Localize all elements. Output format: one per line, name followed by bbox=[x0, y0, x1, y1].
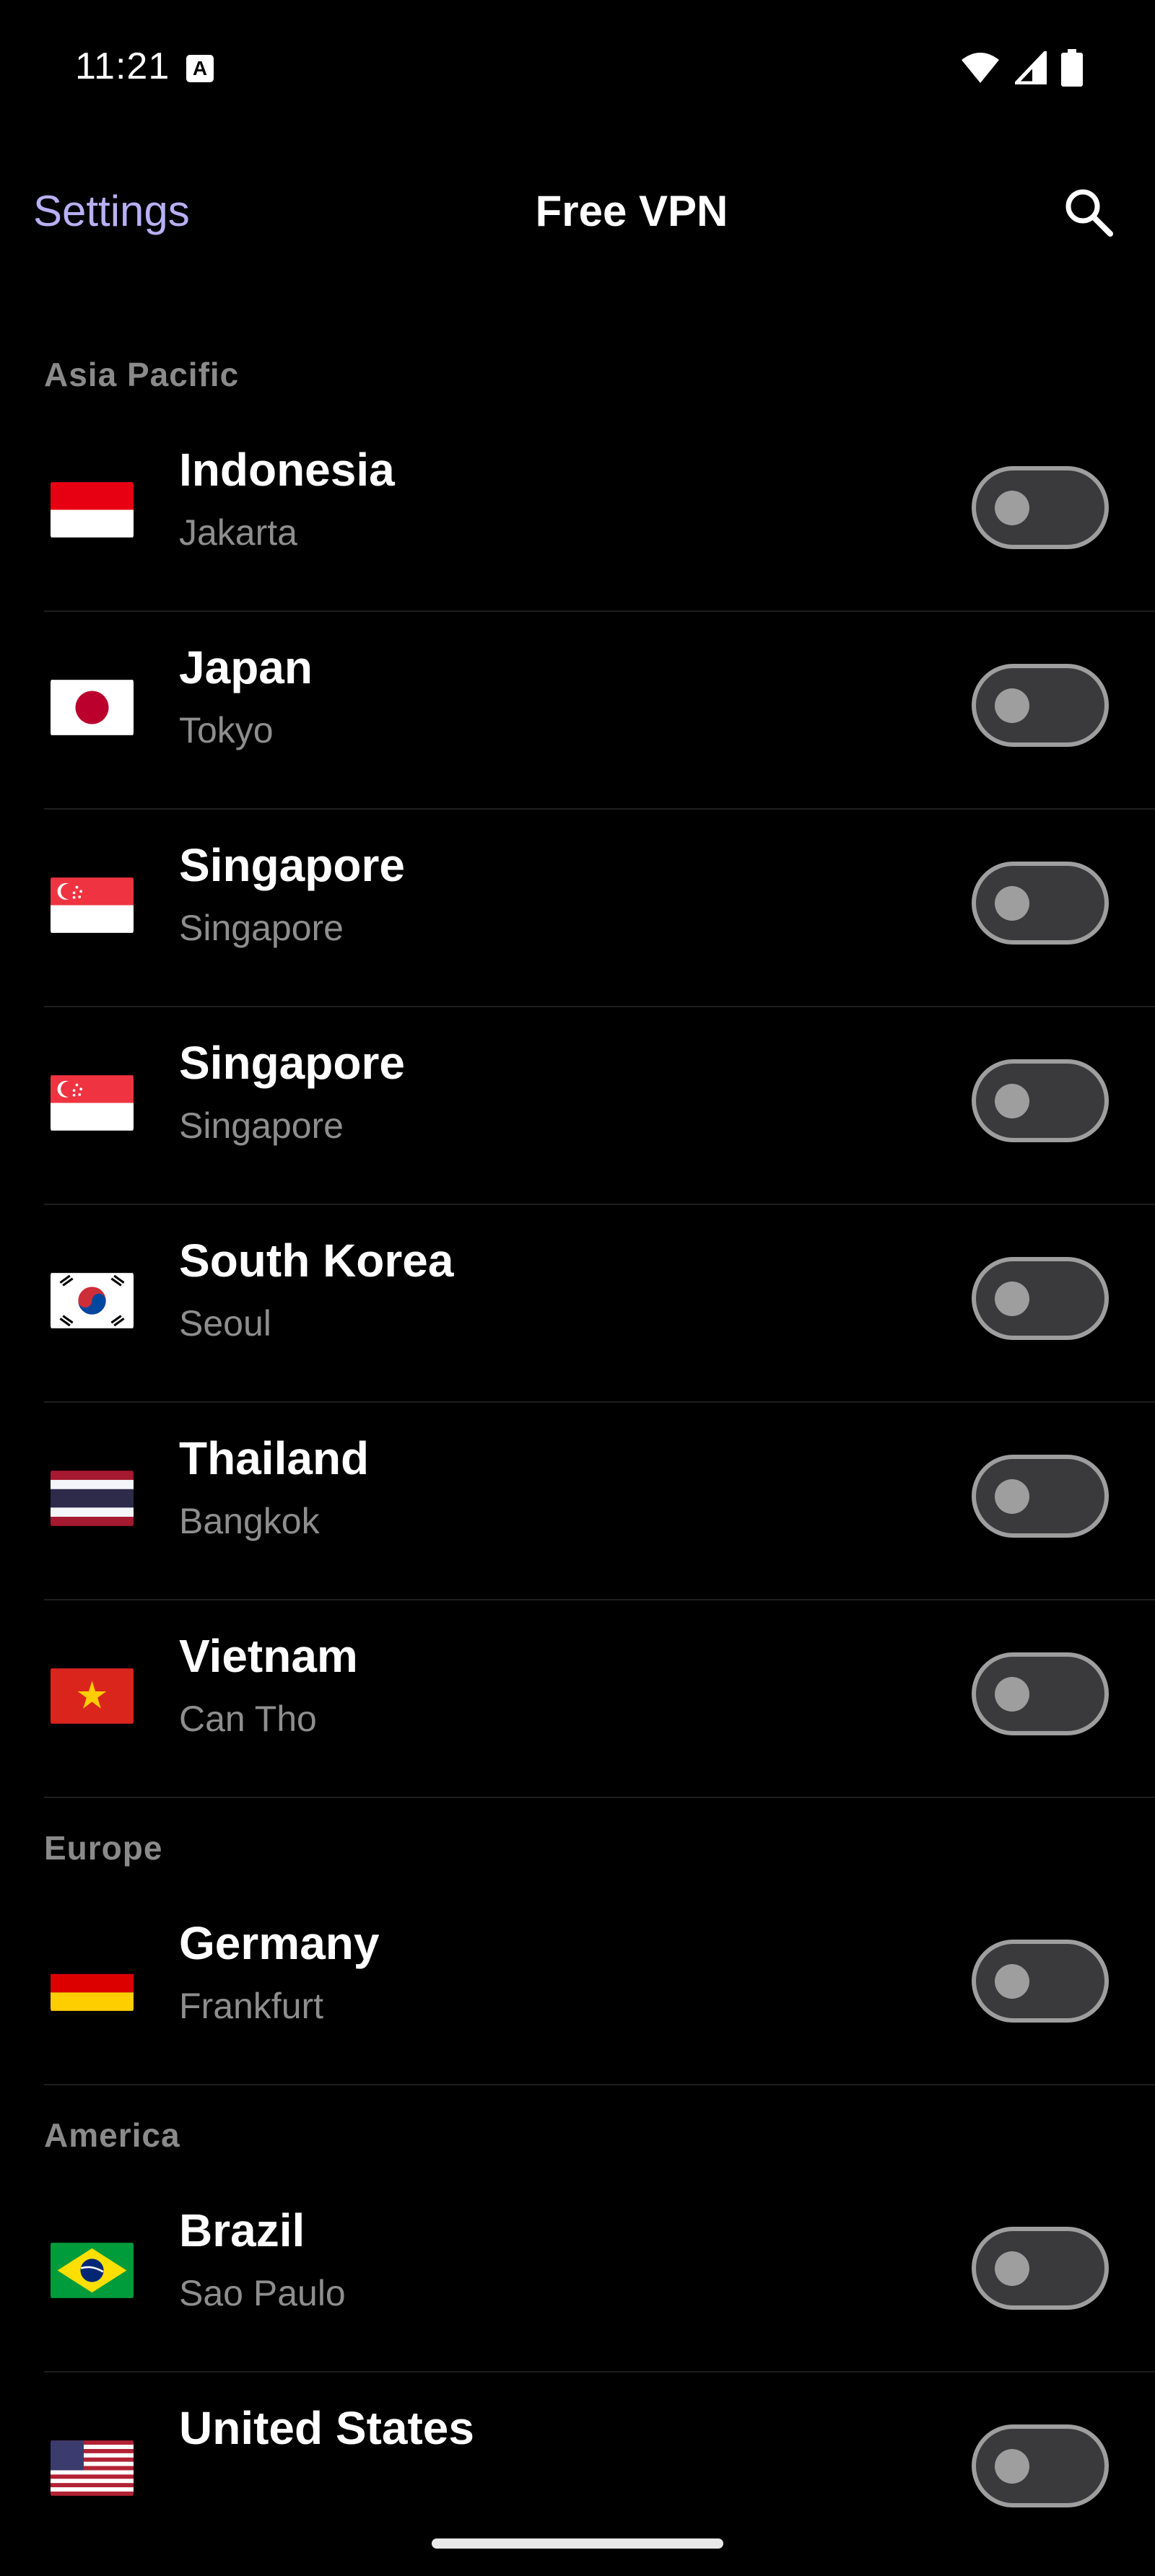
search-icon bbox=[1065, 189, 1113, 237]
city-name: Tokyo bbox=[179, 710, 274, 750]
singapore-flag-icon bbox=[51, 1072, 134, 1134]
connect-toggle[interactable] bbox=[972, 1455, 1109, 1538]
vietnam-flag-icon bbox=[51, 1665, 134, 1727]
toggle-knob bbox=[995, 491, 1029, 525]
south-korea-flag-icon bbox=[51, 1270, 134, 1331]
connect-toggle[interactable] bbox=[972, 664, 1109, 747]
cellular-signal-icon bbox=[1015, 51, 1047, 84]
server-row[interactable]: Indonesia Jakarta bbox=[0, 414, 1155, 612]
country-name: Brazil bbox=[179, 2204, 305, 2256]
city-name: Seoul bbox=[179, 1303, 271, 1344]
singapore-flag-icon bbox=[51, 875, 134, 936]
server-row[interactable]: United States bbox=[0, 2373, 1155, 2511]
section-header: Europe bbox=[44, 1829, 163, 1867]
toggle-knob bbox=[995, 886, 1029, 921]
connect-toggle[interactable] bbox=[972, 466, 1109, 549]
country-name: Germany bbox=[179, 1917, 380, 1969]
country-name: South Korea bbox=[179, 1235, 454, 1287]
server-list[interactable]: Asia Pacific Indonesia Jakarta Japan Tokyo Si… bbox=[0, 325, 1155, 2511]
toggle-knob bbox=[995, 1282, 1029, 1316]
connect-toggle[interactable] bbox=[972, 1059, 1109, 1142]
connect-toggle[interactable] bbox=[972, 2227, 1109, 2310]
germany-flag-icon bbox=[51, 1953, 134, 2014]
japan-flag-icon bbox=[51, 677, 134, 738]
toggle-knob bbox=[995, 2449, 1029, 2484]
divider bbox=[44, 2084, 1155, 2085]
city-name: Singapore bbox=[179, 908, 344, 948]
server-row[interactable]: Singapore Singapore bbox=[0, 1007, 1155, 1205]
divider bbox=[44, 1797, 1155, 1798]
app-bar: Settings Free VPN bbox=[0, 144, 1155, 289]
toggle-knob bbox=[995, 2251, 1029, 2286]
connect-toggle[interactable] bbox=[972, 1652, 1109, 1735]
city-name: Sao Paulo bbox=[179, 2273, 346, 2313]
notification-icon: A bbox=[186, 55, 214, 82]
status-time: 11:21 bbox=[75, 45, 170, 87]
section-header: Asia Pacific bbox=[44, 356, 240, 393]
country-name: Thailand bbox=[179, 1432, 370, 1484]
toggle-knob bbox=[995, 1479, 1029, 1514]
connect-toggle[interactable] bbox=[972, 2424, 1109, 2507]
toggle-knob bbox=[995, 1677, 1029, 1712]
city-name: Can Tho bbox=[179, 1699, 317, 1739]
country-name: Singapore bbox=[179, 839, 405, 891]
wifi-icon bbox=[962, 53, 999, 83]
country-name: Japan bbox=[179, 641, 313, 693]
connect-toggle[interactable] bbox=[972, 1257, 1109, 1340]
toggle-knob bbox=[995, 1084, 1029, 1118]
country-name: United States bbox=[179, 2402, 474, 2454]
status-bar: 11:21 A bbox=[0, 0, 1155, 137]
server-row[interactable]: Japan Tokyo bbox=[0, 612, 1155, 810]
section-header: America bbox=[44, 2116, 180, 2154]
server-row[interactable]: Germany Frankfurt bbox=[0, 1888, 1155, 2085]
server-row[interactable]: Singapore Singapore bbox=[0, 810, 1155, 1007]
toggle-knob bbox=[995, 1964, 1029, 1999]
server-row[interactable]: Thailand Bangkok bbox=[0, 1403, 1155, 1600]
toggle-knob bbox=[995, 688, 1029, 723]
server-row[interactable]: Brazil Sao Paulo bbox=[0, 2175, 1155, 2373]
country-name: Indonesia bbox=[179, 444, 395, 496]
country-name: Vietnam bbox=[179, 1630, 358, 1682]
server-row[interactable]: South Korea Seoul bbox=[0, 1205, 1155, 1403]
city-name: Frankfurt bbox=[179, 1986, 324, 2026]
search-button[interactable] bbox=[1061, 185, 1116, 240]
server-row[interactable]: Vietnam Can Tho bbox=[0, 1600, 1155, 1798]
status-icons bbox=[960, 49, 1083, 87]
indonesia-flag-icon bbox=[51, 479, 134, 540]
connect-toggle[interactable] bbox=[972, 1940, 1109, 2023]
city-name: Jakarta bbox=[179, 512, 297, 553]
connect-toggle[interactable] bbox=[972, 862, 1109, 945]
united-states-flag-icon bbox=[51, 2437, 134, 2499]
city-name: Bangkok bbox=[179, 1501, 320, 1541]
country-name: Singapore bbox=[179, 1037, 405, 1089]
thailand-flag-icon bbox=[51, 1468, 134, 1529]
page-title: Free VPN bbox=[535, 187, 728, 235]
gesture-navigation-bar[interactable] bbox=[432, 2538, 723, 2549]
city-name: Singapore bbox=[179, 1105, 344, 1146]
battery-icon bbox=[1061, 49, 1083, 87]
brazil-flag-icon bbox=[51, 2240, 134, 2301]
